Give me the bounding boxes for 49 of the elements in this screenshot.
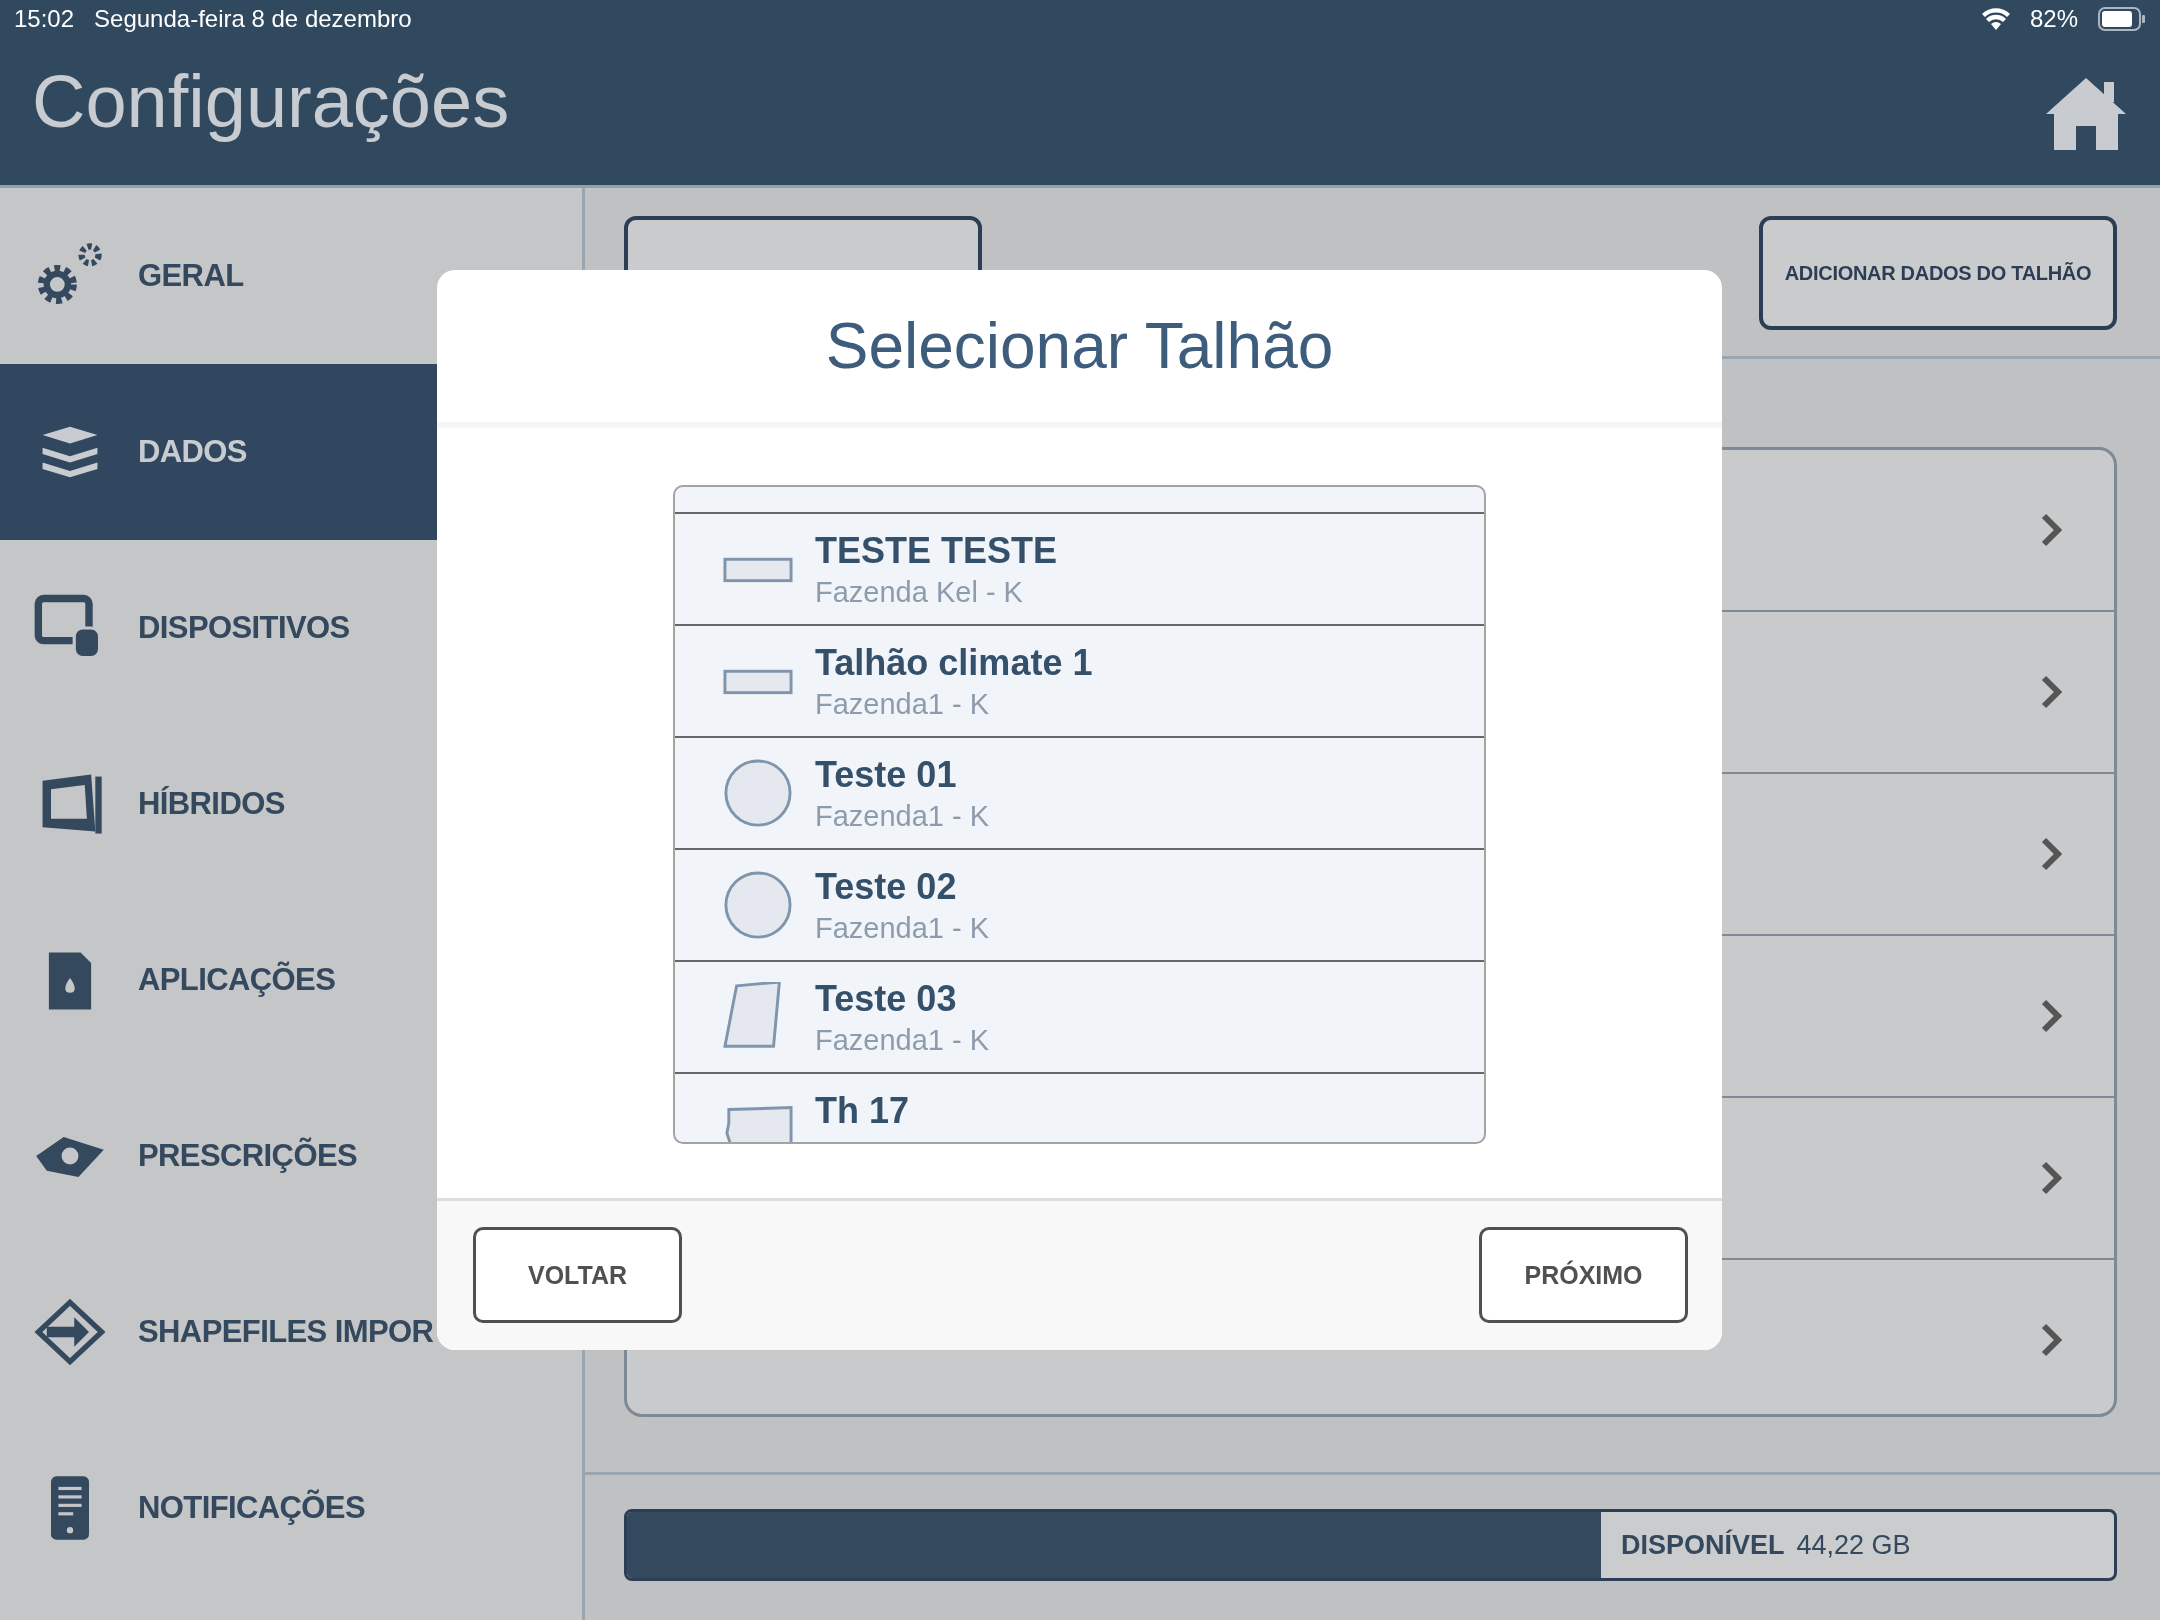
sidebar-label: DADOS xyxy=(138,434,247,470)
field-name: Teste 01 xyxy=(815,754,958,796)
sidebar-label: APLICAÇÕES xyxy=(138,962,336,998)
sidebar-label: SHAPEFILES IMPOR xyxy=(138,1314,434,1350)
sidebar-label: DISPOSITIVOS xyxy=(138,610,350,646)
status-date: Segunda-feira 8 de dezembro xyxy=(94,5,412,33)
field-list-item[interactable]: TESTE TESTE Fazenda Kel - K xyxy=(675,514,1484,626)
chevron-right-icon[interactable] xyxy=(2040,674,2064,710)
field-list-item[interactable]: Talhão climate 1 Fazenda1 - K xyxy=(675,626,1484,738)
field-list-item[interactable]: Teste 02 Fazenda1 - K xyxy=(675,850,1484,962)
circle-shape-icon xyxy=(723,870,793,940)
battery-icon xyxy=(2098,7,2146,31)
status-time: 15:02 xyxy=(14,5,75,33)
field-name: Teste 03 xyxy=(815,978,958,1020)
storage-label: DISPONÍVEL xyxy=(1621,1529,1785,1561)
farm-name: Fazenda Kel - K xyxy=(815,576,1024,609)
back-button[interactable]: VOLTAR xyxy=(473,1227,682,1323)
field-list-item[interactable]: Teste 03 Fazenda1 - K xyxy=(675,962,1484,1074)
wifi-icon xyxy=(1981,8,2010,30)
field-list-item[interactable]: Teste 01 Fazenda1 - K xyxy=(675,738,1484,850)
chevron-right-icon[interactable] xyxy=(2040,1322,2064,1358)
field-name: Talhão climate 1 xyxy=(815,642,1093,684)
farm-name: Fazenda1 - K xyxy=(815,688,991,721)
farm-name: Fazenda1 - K xyxy=(815,912,990,945)
farm-name: Fazenda1 - K xyxy=(815,800,990,833)
chevron-right-icon[interactable] xyxy=(2040,998,2064,1034)
dialog-title: Selecionar Talhão xyxy=(437,270,1722,428)
sidebar-item[interactable]: DISPOSITIVOS xyxy=(0,540,582,716)
chevron-right-icon[interactable] xyxy=(2040,1160,2064,1196)
add-field-data-button[interactable]: ADICIONAR DADOS DO TALHÃO xyxy=(1759,216,2117,330)
storage-value: 44,22 GB xyxy=(1796,1529,1911,1561)
circle-shape-icon xyxy=(723,758,793,828)
field-list-item[interactable]: Th 17 xyxy=(675,1074,1484,1142)
field-name: TESTE TESTE xyxy=(815,530,1058,572)
chevron-right-icon[interactable] xyxy=(2040,836,2064,872)
farm-name: Fazenda1 - K xyxy=(815,1024,990,1057)
sidebar-item[interactable]: HÍBRIDOS xyxy=(0,716,582,892)
next-button[interactable]: PRÓXIMO xyxy=(1479,1227,1688,1323)
sidebar-label: PRESCRIÇÕES xyxy=(138,1138,358,1174)
sidebar-item[interactable]: APLICAÇÕES xyxy=(0,892,582,1068)
battery-percent: 82% xyxy=(2029,5,2078,33)
sidebar-item[interactable]: NOTIFICAÇÕES xyxy=(0,1420,582,1596)
sidebar-label: GERAL xyxy=(138,258,244,294)
sidebar-label: NOTIFICAÇÕES xyxy=(138,1490,366,1526)
field-name: Teste 02 xyxy=(815,866,958,908)
field-name: Th 17 xyxy=(815,1090,910,1132)
chevron-right-icon[interactable] xyxy=(2040,512,2064,548)
page-title: Configurações xyxy=(32,59,510,145)
sidebar-label: HÍBRIDOS xyxy=(138,786,285,822)
